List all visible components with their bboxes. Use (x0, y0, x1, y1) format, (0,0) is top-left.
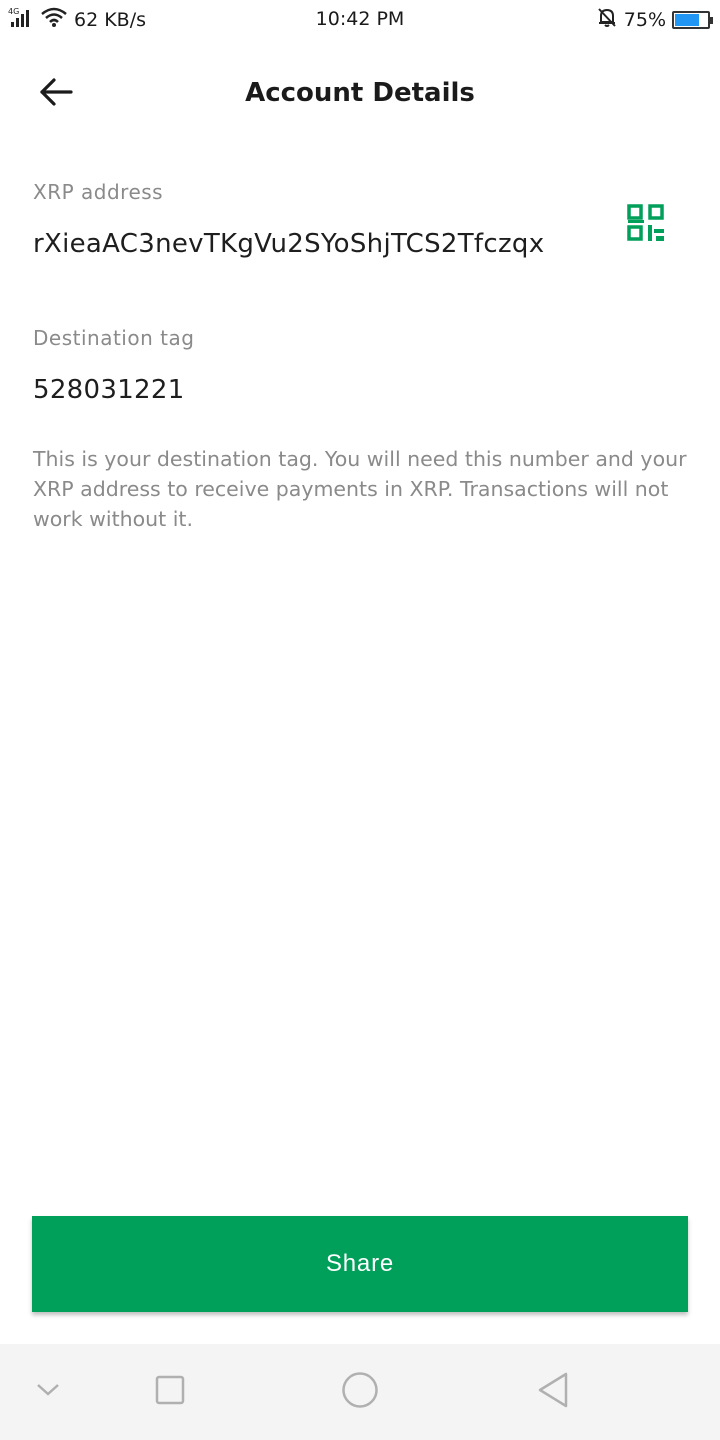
qr-code-icon (626, 204, 666, 247)
page-title: Account Details (245, 78, 475, 108)
app-header: Account Details (0, 60, 720, 130)
chevron-down-icon (35, 1382, 61, 1402)
navigation-bar (0, 1344, 720, 1440)
tag-label: Destination tag (33, 326, 195, 350)
tag-value[interactable]: 528031221 (33, 375, 185, 405)
qr-code-button[interactable] (626, 203, 666, 243)
nav-home-button[interactable] (338, 1370, 382, 1414)
square-icon (154, 1374, 186, 1410)
circle-icon (340, 1370, 380, 1414)
destination-tag-help-text: This is your destination tag. You will n… (33, 447, 687, 531)
mute-bell-icon (596, 6, 618, 33)
status-right: 75% (596, 6, 713, 33)
nav-recents-button[interactable] (150, 1372, 190, 1412)
address-value[interactable]: rXieaAC3nevTKgVu2SYoShjTCS2Tfczqx (33, 229, 544, 259)
battery-percent: 75% (623, 8, 666, 31)
address-label: XRP address (33, 180, 164, 204)
nav-collapse-button[interactable] (30, 1372, 66, 1412)
battery-level (675, 13, 699, 26)
share-button[interactable]: Share (32, 1216, 688, 1312)
status-bar: 4G 62 KB/s 10:42 PM 75% (0, 0, 720, 38)
battery-icon (672, 10, 713, 29)
nav-back-button[interactable] (532, 1370, 576, 1414)
triangle-back-icon (536, 1370, 572, 1414)
